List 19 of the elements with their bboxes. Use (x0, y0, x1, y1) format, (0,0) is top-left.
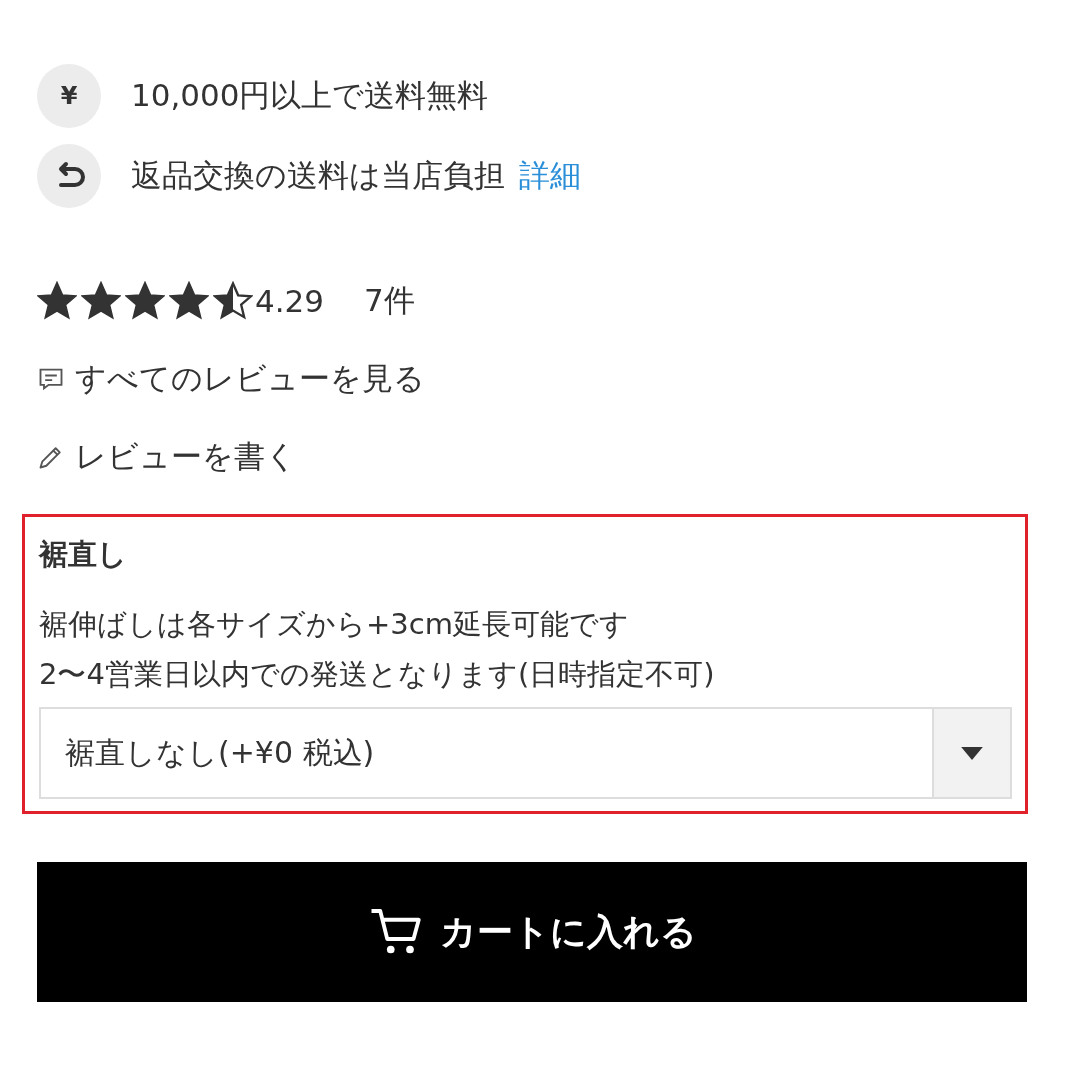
yen-icon: ¥ (37, 64, 101, 128)
review-link[interactable]: レビューを書く (75, 436, 297, 478)
rating-score: 4.29 (255, 283, 325, 319)
add-to-cart-button[interactable]: カートに入れる (37, 862, 1027, 1002)
review-link[interactable]: すべてのレビューを見る (75, 358, 425, 400)
option-note: 裾伸ばしは各サイズから+3cm延長可能です (39, 606, 630, 643)
star-icon (81, 281, 121, 321)
perk-text: 返品交換の送料は当店負担 (131, 156, 505, 195)
review-count: 7件 (364, 281, 415, 320)
star-icon (169, 281, 209, 321)
star-icon (213, 281, 253, 321)
star-icon (125, 281, 165, 321)
option-select[interactable]: 裾直しなし(+¥0 税込) (39, 707, 1012, 799)
perk-text: 10,000円以上で送料無料 (131, 76, 489, 115)
caret-icon (961, 746, 983, 760)
option-note: 2〜4営業日以内での発送となります(日時指定不可) (39, 656, 716, 693)
return-icon (37, 144, 101, 208)
star-icon (37, 281, 77, 321)
option-title: 裾直し (39, 536, 128, 573)
